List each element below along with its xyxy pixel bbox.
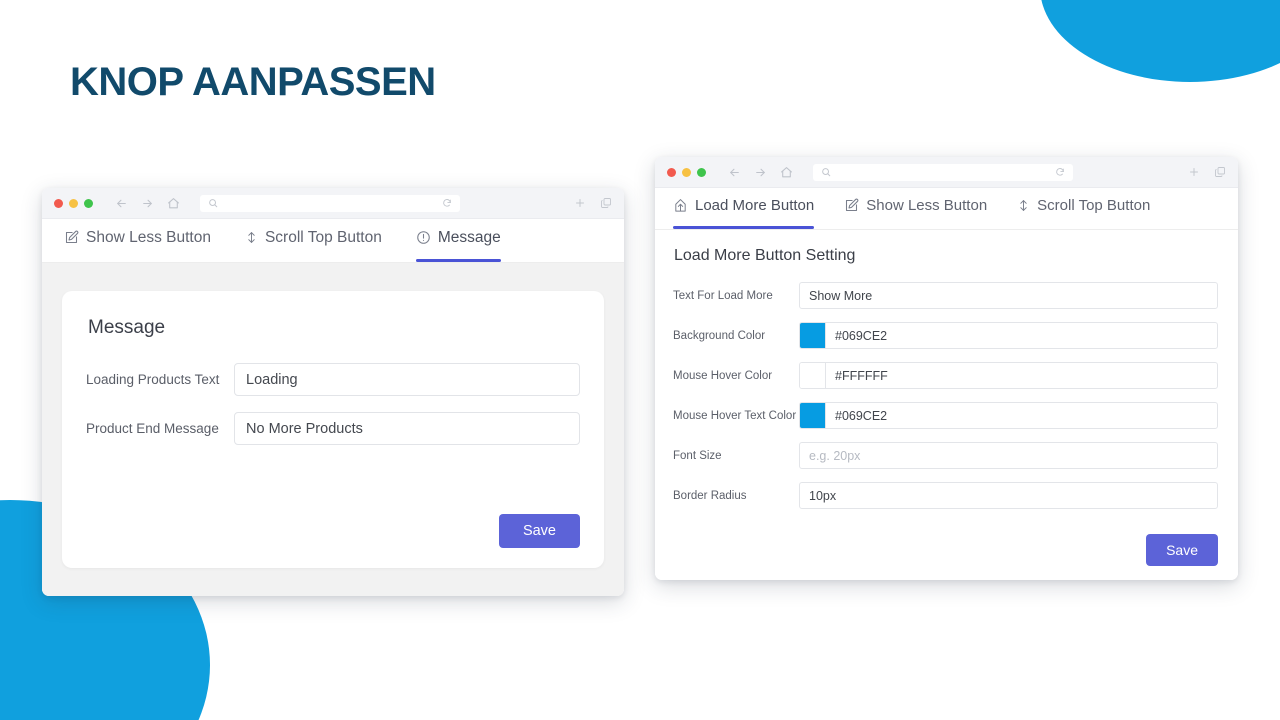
message-settings-card: Message Loading Products Text Loading Pr… xyxy=(62,291,604,568)
field-label: Font Size xyxy=(673,449,722,462)
field-label: Background Color xyxy=(673,329,766,342)
tab-label: Scroll Top Button xyxy=(264,228,382,246)
background-color-input[interactable]: #069CE2 xyxy=(799,322,1218,349)
browser-chrome-right-icons xyxy=(1188,166,1226,178)
arrow-right-icon[interactable] xyxy=(754,166,767,179)
maximize-window-light[interactable] xyxy=(697,167,706,177)
browser-window-left: Show Less Button Scroll Top Button Messa… xyxy=(42,188,624,596)
field-label: Loading Products Text xyxy=(86,372,220,387)
browser-nav-icons xyxy=(115,197,180,210)
home-icon[interactable] xyxy=(780,166,793,179)
field-row-font-size: Font Size e.g. 20px xyxy=(673,442,1218,469)
field-label: Text For Load More xyxy=(673,289,773,302)
card-actions: Save xyxy=(86,514,580,548)
tab-scroll-top-button[interactable]: Scroll Top Button xyxy=(1017,188,1150,229)
field-row-product-end-message: Product End Message No More Products xyxy=(86,412,580,445)
copy-icon[interactable] xyxy=(600,197,612,209)
reload-icon[interactable] xyxy=(442,198,452,208)
plus-icon[interactable] xyxy=(574,197,586,209)
browser-nav-icons xyxy=(728,166,793,179)
border-radius-input[interactable]: 10px xyxy=(799,482,1218,509)
tab-label: Show Less Button xyxy=(86,228,211,246)
field-row-border-radius: Border Radius 10px xyxy=(673,482,1218,509)
tab-scroll-top-button[interactable]: Scroll Top Button xyxy=(245,219,382,262)
page-title: KNOP AANPASSEN xyxy=(70,60,436,104)
mouse-hover-color-input[interactable]: #FFFFFF xyxy=(799,362,1218,389)
field-value: Show More xyxy=(809,288,873,303)
arrows-vertical-icon xyxy=(245,230,258,245)
field-row-text-for-load-more: Text For Load More Show More xyxy=(673,282,1218,309)
minimize-window-light[interactable] xyxy=(682,167,691,177)
field-label: Mouse Hover Color xyxy=(673,369,773,382)
address-bar[interactable] xyxy=(200,194,460,212)
color-swatch[interactable] xyxy=(800,403,826,428)
section-title: Load More Button Setting xyxy=(674,247,856,264)
save-button[interactable]: Save xyxy=(1146,534,1218,566)
color-swatch[interactable] xyxy=(800,363,826,388)
browser-chrome-right xyxy=(655,157,1238,188)
close-window-light[interactable] xyxy=(667,167,676,177)
edit-square-icon xyxy=(64,230,79,245)
page-root: KNOP AANPASSEN Show Less Button Scroll T… xyxy=(0,0,1280,720)
field-row-mouse-hover-text-color: Mouse Hover Text Color #069CE2 xyxy=(673,402,1218,429)
save-button[interactable]: Save xyxy=(498,514,580,548)
color-swatch[interactable] xyxy=(800,323,826,348)
copy-icon[interactable] xyxy=(1214,166,1226,178)
tab-label: Show Less Button xyxy=(866,197,988,214)
arrow-left-icon[interactable] xyxy=(115,197,128,210)
plus-icon[interactable] xyxy=(1188,166,1200,178)
browser-window-right: Load More Button Show Less Button Scroll… xyxy=(655,157,1238,580)
arrow-right-icon[interactable] xyxy=(141,197,154,210)
reload-icon[interactable] xyxy=(1055,167,1065,177)
close-window-light[interactable] xyxy=(54,198,63,208)
tab-load-more-button[interactable]: Load More Button xyxy=(673,188,815,229)
address-bar[interactable] xyxy=(813,163,1073,181)
window-body-left: Message Loading Products Text Loading Pr… xyxy=(42,263,624,596)
decorative-blob-top-right xyxy=(1040,0,1280,82)
home-icon[interactable] xyxy=(167,197,180,210)
field-value: #FFFFFF xyxy=(835,368,888,383)
field-placeholder: e.g. 20px xyxy=(809,448,861,463)
panel-actions: Save xyxy=(673,534,1218,566)
tab-label: Scroll Top Button xyxy=(1037,197,1151,214)
maximize-window-light[interactable] xyxy=(84,198,93,208)
load-more-icon xyxy=(673,198,688,213)
traffic-lights xyxy=(54,198,93,208)
field-row-background-color: Background Color #069CE2 xyxy=(673,322,1218,349)
tab-show-less-button[interactable]: Show Less Button xyxy=(64,219,211,262)
field-label: Mouse Hover Text Color xyxy=(673,409,797,422)
tabstrip-left: Show Less Button Scroll Top Button Messa… xyxy=(42,219,624,263)
window-body-right: Load More Button Setting Text For Load M… xyxy=(655,230,1238,580)
field-label: Product End Message xyxy=(86,421,219,436)
text-for-load-more-input[interactable]: Show More xyxy=(799,282,1218,309)
search-icon xyxy=(208,198,218,208)
field-value: #069CE2 xyxy=(835,408,888,423)
field-value: #069CE2 xyxy=(835,328,888,343)
tab-label: Load More Button xyxy=(695,197,815,214)
browser-chrome-right-icons xyxy=(574,197,612,209)
field-value: 10px xyxy=(809,488,837,503)
tabstrip-right: Load More Button Show Less Button Scroll… xyxy=(655,188,1238,230)
edit-square-icon xyxy=(844,198,859,213)
traffic-lights xyxy=(667,167,706,177)
field-label: Border Radius xyxy=(673,489,747,502)
tab-show-less-button[interactable]: Show Less Button xyxy=(844,188,987,229)
loading-products-text-input[interactable]: Loading xyxy=(234,363,580,396)
search-icon xyxy=(821,167,831,177)
browser-chrome-left xyxy=(42,188,624,219)
arrow-left-icon[interactable] xyxy=(728,166,741,179)
tab-label: Message xyxy=(437,228,501,246)
product-end-message-input[interactable]: No More Products xyxy=(234,412,580,445)
field-row-loading-products-text: Loading Products Text Loading xyxy=(86,363,580,396)
exclamation-circle-icon xyxy=(416,230,431,245)
mouse-hover-text-color-input[interactable]: #069CE2 xyxy=(799,402,1218,429)
tab-message[interactable]: Message xyxy=(415,219,501,262)
field-row-mouse-hover-color: Mouse Hover Color #FFFFFF xyxy=(673,362,1218,389)
card-title: Message xyxy=(88,317,166,338)
arrows-vertical-icon xyxy=(1017,198,1030,213)
font-size-input[interactable]: e.g. 20px xyxy=(799,442,1218,469)
minimize-window-light[interactable] xyxy=(69,198,78,208)
